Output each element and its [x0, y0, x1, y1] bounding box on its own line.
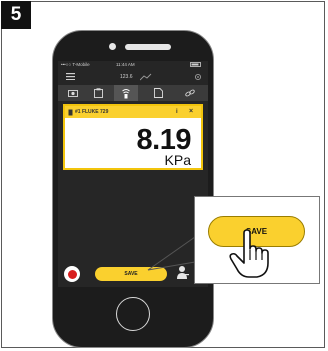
hand-pointer-icon	[229, 229, 269, 278]
zoom-callout: SAVE	[194, 196, 320, 284]
callout-pointer	[147, 236, 196, 271]
